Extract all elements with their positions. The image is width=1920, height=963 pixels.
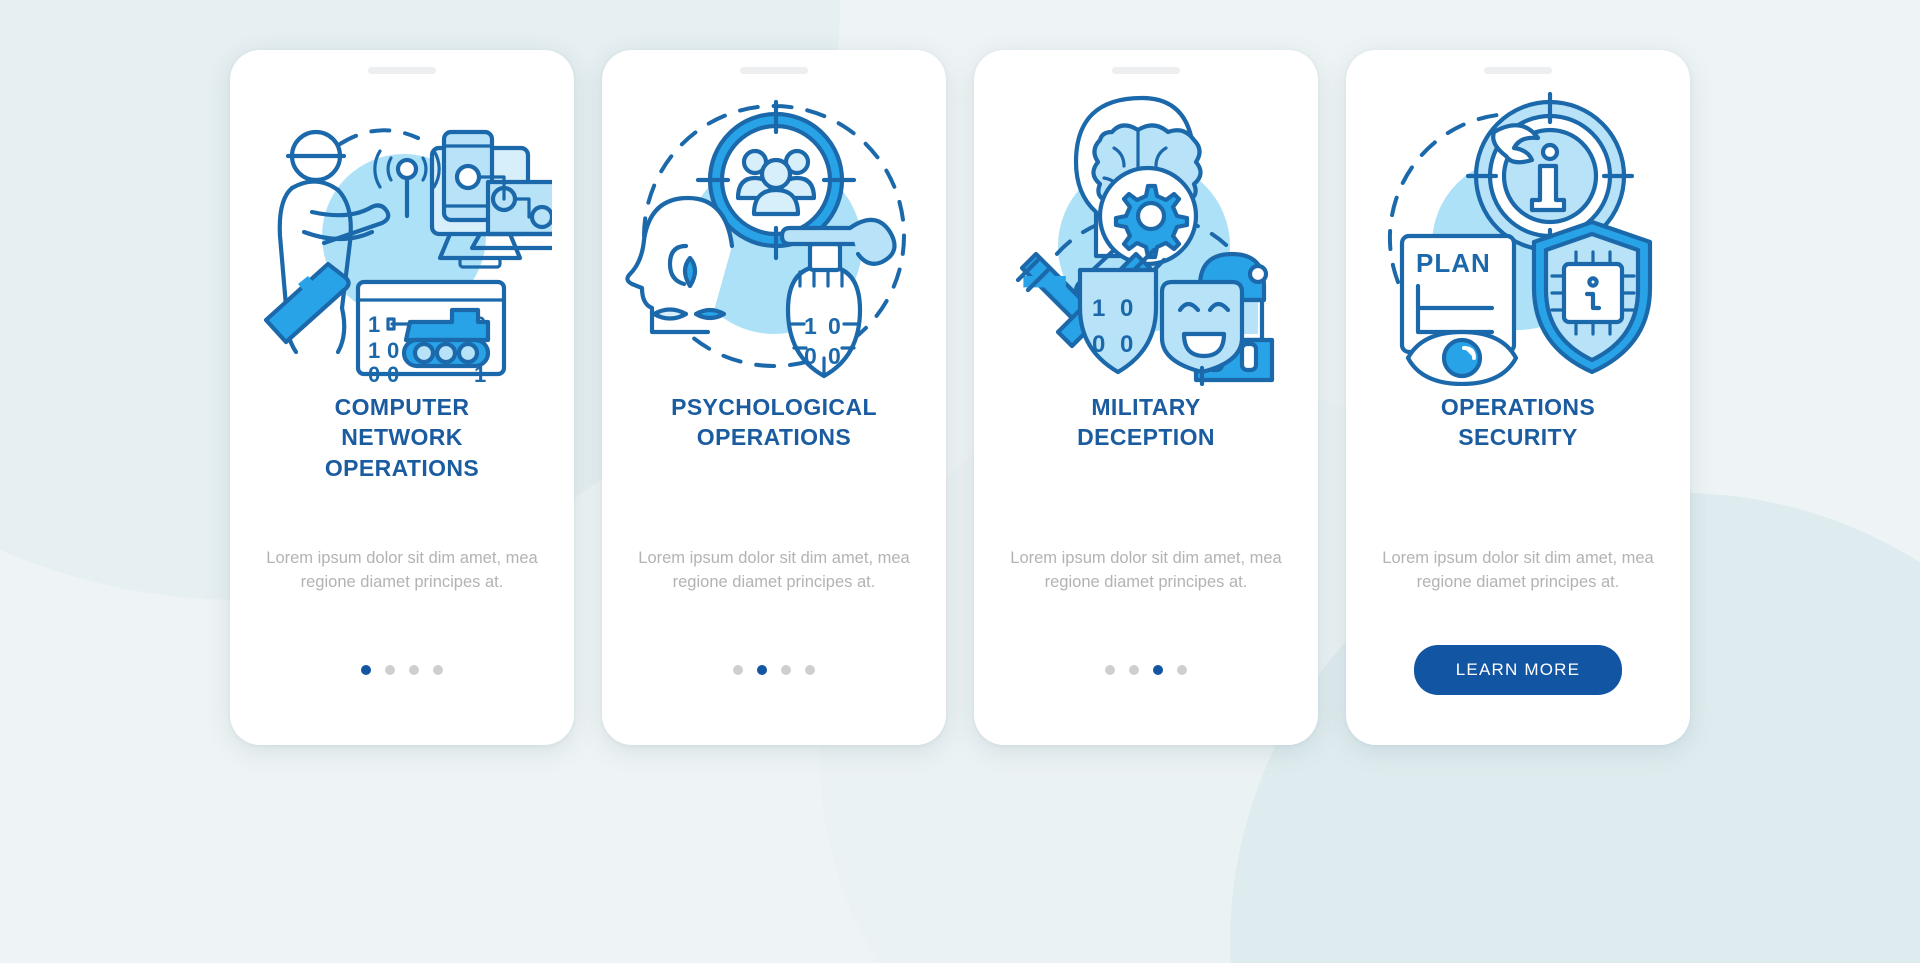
onboarding-screen-military-deception[interactable]: 1 0 0 0 MILITARY DECEPTION Lorem ipsum d… (974, 50, 1318, 745)
pagination-dot-3[interactable] (1153, 665, 1163, 675)
soldier-computer-network-illustration: 1 1 0 0 0 0 1 0 1 (252, 86, 552, 386)
svg-text:0: 0 (828, 343, 841, 369)
pagination-dot-4[interactable] (433, 665, 443, 675)
screen-title-line: OPERATIONS (696, 424, 852, 451)
pagination-dot-2[interactable] (1129, 665, 1139, 675)
pagination-dot-1[interactable] (361, 665, 371, 675)
screen-title-line: PSYCHOLOGICAL (671, 394, 877, 420)
screen-title: PSYCHOLOGICAL OPERATIONS (651, 392, 897, 453)
svg-text:0: 0 (1120, 295, 1133, 322)
screen-title-line: OPERATIONS (1440, 394, 1596, 420)
screen-footer (230, 595, 574, 745)
pagination-dots[interactable] (1105, 665, 1187, 675)
onboarding-screen-computer-network-operations[interactable]: 1 1 0 0 0 0 1 0 1 COMPUTER (230, 50, 574, 745)
screen-title-line: DECEPTION (1077, 424, 1215, 451)
svg-text:1: 1 (804, 313, 817, 339)
screen-description: Lorem ipsum dolor sit dim amet, mea regi… (266, 549, 538, 592)
svg-text:0: 0 (1092, 331, 1105, 358)
svg-text:1: 1 (1092, 295, 1105, 322)
svg-text:0: 0 (368, 362, 380, 386)
onboarding-screen-operations-security[interactable]: PLAN OPERATIONS SECURITY Lorem ipsum dol… (1346, 50, 1690, 745)
pagination-dot-3[interactable] (409, 665, 419, 675)
screen-description: Lorem ipsum dolor sit dim amet, mea regi… (1010, 549, 1282, 592)
svg-text:PLAN: PLAN (1416, 248, 1491, 278)
svg-text:1: 1 (368, 338, 380, 363)
pagination-dots[interactable] (733, 665, 815, 675)
screen-footer (974, 595, 1318, 745)
screen-title: COMPUTER NETWORK OPERATIONS (305, 392, 499, 483)
screen-footer: LEARN MORE (1346, 595, 1690, 745)
screen-title-line: COMPUTER (334, 394, 470, 420)
screen-title-line: SECURITY (1458, 424, 1578, 451)
pagination-dots[interactable] (361, 665, 443, 675)
phone-speaker-icon (368, 67, 436, 74)
pagination-dot-4[interactable] (805, 665, 815, 675)
svg-text:1: 1 (368, 312, 380, 337)
svg-text:0: 0 (804, 343, 817, 369)
svg-text:0: 0 (387, 362, 399, 386)
screen-footer (602, 595, 946, 745)
svg-text:0: 0 (387, 338, 399, 363)
svg-text:0: 0 (828, 313, 841, 339)
screen-title: OPERATIONS SECURITY (1421, 392, 1615, 453)
pagination-dot-2[interactable] (757, 665, 767, 675)
phone-speaker-icon (1484, 67, 1552, 74)
pagination-dot-3[interactable] (781, 665, 791, 675)
phone-speaker-icon (740, 67, 808, 74)
svg-text:0: 0 (1120, 331, 1133, 358)
onboarding-screens-deck: 1 1 0 0 0 0 1 0 1 COMPUTER (0, 0, 1920, 745)
phone-speaker-icon (1112, 67, 1180, 74)
crosshair-group-head-grenade-illustration: 1 0 0 0 (624, 86, 924, 386)
pagination-dot-4[interactable] (1177, 665, 1187, 675)
screen-title-line: OPERATIONS (324, 454, 480, 481)
screen-title: MILITARY DECEPTION (1057, 392, 1235, 453)
pagination-dot-1[interactable] (733, 665, 743, 675)
screen-description: Lorem ipsum dolor sit dim amet, mea regi… (638, 549, 910, 592)
brain-gear-swords-shield-mask-soldier-illustration: 1 0 0 0 (996, 86, 1296, 386)
pagination-dot-1[interactable] (1105, 665, 1115, 675)
onboarding-screen-psychological-operations[interactable]: 1 0 0 0 PSYCHOLOGICAL OPERATIONS Lorem i… (602, 50, 946, 745)
info-crosshair-plan-shield-chip-eye-illustration: PLAN (1368, 86, 1668, 386)
learn-more-button[interactable]: LEARN MORE (1413, 645, 1623, 695)
screen-title-line: NETWORK (341, 424, 463, 451)
screen-title-line: MILITARY (1091, 394, 1201, 420)
screen-description: Lorem ipsum dolor sit dim amet, mea regi… (1382, 549, 1654, 592)
pagination-dot-2[interactable] (385, 665, 395, 675)
